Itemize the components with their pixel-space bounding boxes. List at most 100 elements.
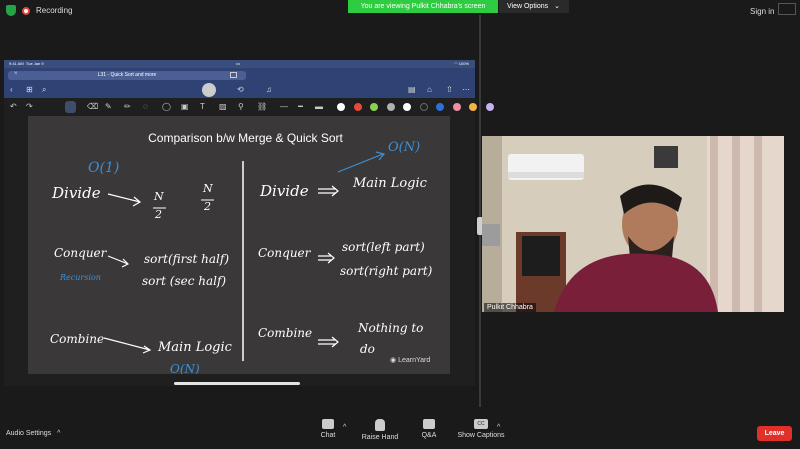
- pen-tool-icon[interactable]: [65, 101, 76, 113]
- medium-stroke-icon[interactable]: ━: [298, 102, 303, 111]
- bookmark-icon[interactable]: ⌂: [427, 85, 432, 94]
- qa-button[interactable]: Q&A: [418, 419, 440, 439]
- share-banner: You are viewing Pulkit Chhabra's screen: [348, 0, 498, 13]
- status-battery: ◠ 100%: [454, 61, 469, 66]
- right-combine: Combine: [258, 326, 313, 340]
- mic-icon[interactable]: ♫: [266, 85, 272, 94]
- qa-label: Q&A: [421, 432, 437, 439]
- qa-icon: [423, 419, 435, 429]
- drawing-toolbar: ↶ ↷ ⌫ ✎ ✏ ◌ ◯ ▣ T ▨ ⚲ ⛓ — ━ ▬: [4, 98, 494, 116]
- right-complexity-top: O(N): [388, 140, 421, 155]
- color-swatch[interactable]: [353, 103, 362, 111]
- notes-app-bar: L31 - Quick Sort and more × ‹ ⊞ ⌕ ⟲ ♫ ▤ …: [4, 68, 475, 98]
- left-sort-first: sort(first half): [144, 252, 230, 266]
- hand-icon: [375, 419, 385, 431]
- show-captions-label: Show Captions: [457, 432, 505, 439]
- zoom-window: Recording You are viewing Pulkit Chhabra…: [0, 0, 800, 449]
- share-icon[interactable]: ⇧: [446, 85, 453, 94]
- link-icon[interactable]: ⛓: [257, 102, 267, 111]
- left-main-logic: Main Logic: [158, 340, 232, 355]
- color-swatch[interactable]: [403, 103, 411, 111]
- page-icon[interactable]: ▤: [408, 85, 416, 94]
- color-swatch[interactable]: [337, 103, 345, 111]
- undo-icon[interactable]: ↶: [10, 102, 17, 111]
- raise-hand-label: Raise Hand: [361, 434, 399, 441]
- left-conquer: Conquer: [54, 246, 107, 260]
- arrow-combine-right: [318, 336, 339, 348]
- recording-label: Recording: [36, 6, 73, 15]
- raise-hand-button[interactable]: Raise Hand: [360, 419, 400, 441]
- recording-indicator[interactable]: Recording: [6, 5, 72, 16]
- color-swatch[interactable]: [386, 103, 395, 111]
- captions-options-chevron-icon[interactable]: ^: [497, 424, 500, 431]
- color-swatch[interactable]: [485, 103, 494, 111]
- status-time: 9:41 AM Tue Jan 9: [9, 61, 44, 66]
- arrow-divide-left: [107, 193, 142, 207]
- left-divide: Divide: [52, 184, 101, 202]
- right-conquer: Conquer: [258, 246, 311, 260]
- pencil-icon[interactable]: ✏: [124, 102, 131, 111]
- ios-status-bar: 9:41 AM Tue Jan 9 ••• ◠ 100%: [4, 60, 475, 68]
- left-n-1: N: [154, 190, 164, 203]
- cc-icon: CC: [474, 419, 488, 429]
- more-icon[interactable]: ⋯: [462, 85, 470, 94]
- color-swatch[interactable]: [419, 103, 428, 111]
- lasso-icon[interactable]: ◌: [143, 102, 148, 111]
- nav-row: ‹ ⊞ ⌕ ⟲ ♫ ▤ ⌂ ⇧ ⋯: [4, 82, 475, 98]
- chat-button[interactable]: Chat: [316, 419, 340, 439]
- view-options-label: View Options: [507, 3, 549, 10]
- color-swatch[interactable]: [452, 103, 461, 111]
- search-icon[interactable]: ⌕: [42, 85, 46, 95]
- dots-icon: •••: [236, 61, 241, 66]
- undo-history-icon[interactable]: ⟲: [237, 85, 244, 94]
- right-main-logic: Main Logic: [353, 176, 427, 191]
- right-nothing: Nothing to: [358, 321, 424, 335]
- split-divider[interactable]: [479, 15, 481, 407]
- thick-stroke-icon[interactable]: ▬: [315, 102, 323, 111]
- grid-icon[interactable]: ⊞: [26, 85, 33, 94]
- text-icon[interactable]: T: [200, 102, 205, 111]
- pencil-mode-icon[interactable]: [202, 83, 216, 97]
- left-recursion: Recursion: [60, 273, 101, 282]
- audio-settings-button[interactable]: Audio Settings ^: [6, 430, 60, 437]
- arrow-conquer-right: [318, 252, 335, 264]
- color-swatch[interactable]: [436, 103, 444, 111]
- photo-icon[interactable]: ▨: [219, 102, 227, 111]
- whiteboard-page[interactable]: Comparison b/w Merge & Quick Sort O(1) D…: [28, 116, 450, 374]
- highlighter-icon[interactable]: ✎: [105, 102, 112, 111]
- left-complexity-top: O(1): [88, 160, 120, 176]
- chat-icon: [322, 419, 334, 429]
- webcam-video[interactable]: [482, 136, 784, 312]
- shape-icon[interactable]: ◯: [162, 102, 171, 111]
- image-icon[interactable]: ▣: [181, 102, 189, 111]
- eraser-icon[interactable]: ⌫: [87, 102, 98, 111]
- participant-name: Pulkit Chhabra: [484, 303, 536, 312]
- left-complexity-bottom: O(N): [170, 362, 200, 374]
- view-options-button[interactable]: View Options ⌄: [499, 0, 569, 13]
- color-swatch[interactable]: [469, 103, 477, 111]
- left-combine: Combine: [50, 332, 105, 346]
- learnyard-logo: ◉ LearnYard: [390, 357, 431, 364]
- laser-icon[interactable]: ⚲: [238, 102, 244, 111]
- left-n-2-den: 2: [204, 200, 211, 213]
- left-n-1-den: 2: [155, 208, 162, 221]
- close-icon[interactable]: ×: [14, 71, 18, 77]
- color-swatch[interactable]: [370, 103, 378, 111]
- window-controls[interactable]: [778, 3, 796, 15]
- chevron-up-icon: ^: [57, 430, 61, 437]
- left-n-2: N: [203, 182, 213, 195]
- audio-settings-label: Audio Settings: [6, 430, 52, 437]
- back-icon[interactable]: ‹: [10, 85, 13, 94]
- sign-in-button[interactable]: Sign in: [750, 7, 774, 16]
- tab-strip: L31 - Quick Sort and more ×: [4, 68, 475, 82]
- right-do: do: [360, 342, 375, 356]
- chat-options-chevron-icon[interactable]: ^: [343, 424, 346, 431]
- page-scrollbar[interactable]: [174, 382, 300, 385]
- redo-icon[interactable]: ↷: [26, 102, 33, 111]
- arrow-conquer-left: [107, 255, 130, 268]
- leave-button[interactable]: Leave: [757, 426, 792, 441]
- tab-title[interactable]: L31 - Quick Sort and more: [8, 71, 246, 80]
- logo-icon: ◉: [390, 357, 397, 364]
- new-tab-icon[interactable]: [230, 72, 237, 78]
- thin-stroke-icon[interactable]: —: [280, 102, 288, 111]
